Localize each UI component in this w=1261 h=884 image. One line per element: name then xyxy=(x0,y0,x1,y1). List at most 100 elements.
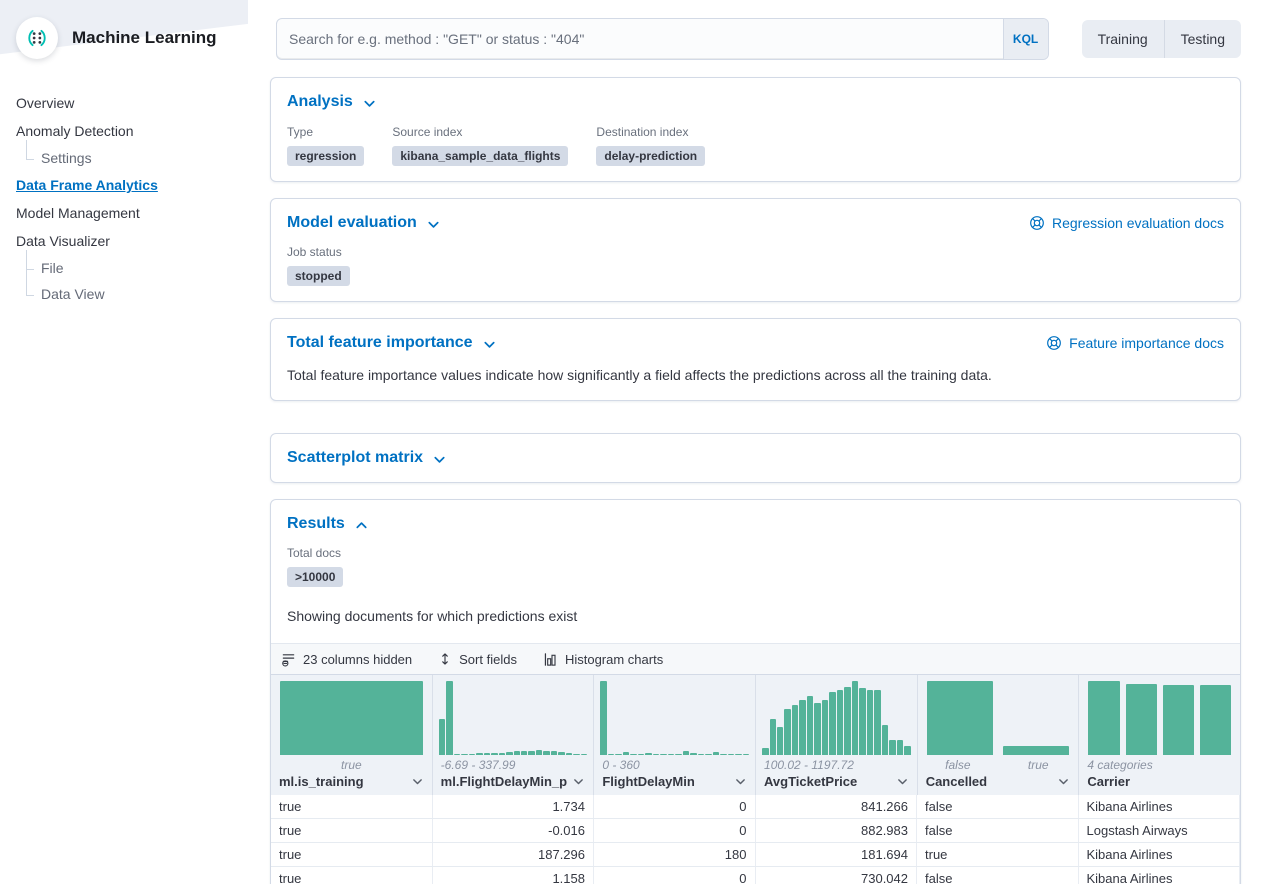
cell-avgticketprice[interactable]: 181.694 xyxy=(756,843,918,866)
search-row: KQL Training Testing xyxy=(276,18,1241,60)
sidebar-item-label: Data Frame Analytics xyxy=(16,178,158,192)
cell-ml-flightdelaymin-prediction[interactable]: 187.296 xyxy=(433,843,595,866)
sidebar-item-data-visualizer[interactable]: Data Visualizer xyxy=(0,227,248,255)
histogram-cancelled xyxy=(918,681,1079,755)
results-subtitle: Showing documents for which predictions … xyxy=(287,608,1224,624)
feature-importance-description: Total feature importance values indicate… xyxy=(287,365,1224,385)
histogram-icon xyxy=(543,652,558,667)
sidebar-nav: OverviewAnomaly DetectionSettings Data Fr… xyxy=(0,89,248,307)
testing-button[interactable]: Testing xyxy=(1164,20,1241,58)
cell-avgticketprice[interactable]: 841.266 xyxy=(756,795,918,818)
column-header-cancelled[interactable]: falsetrueCancelled xyxy=(918,675,1080,795)
table-row: true1.7340841.266falseKibana Airlines xyxy=(271,795,1240,819)
training-button[interactable]: Training xyxy=(1082,20,1164,58)
cell-ml-is-training[interactable]: true xyxy=(271,867,433,884)
cell-ml-is-training[interactable]: true xyxy=(271,843,433,866)
column-header-ml-is-training[interactable]: trueml.is_training xyxy=(271,675,433,795)
sidebar-item-label: Data Visualizer xyxy=(16,234,110,248)
column-menu-chevron-icon[interactable] xyxy=(734,775,747,788)
columns-hidden-button[interactable]: 23 columns hidden xyxy=(281,652,412,667)
cell-cancelled[interactable]: false xyxy=(917,795,1079,818)
field-total-docs: Total docs >10000 xyxy=(287,546,343,587)
field-label: Destination index xyxy=(596,125,705,139)
feature-importance-panel: Total feature importance Feature importa… xyxy=(270,318,1241,401)
feature-importance-docs-link[interactable]: Feature importance docs xyxy=(1046,335,1224,351)
cell-ml-flightdelaymin-prediction[interactable]: 1.734 xyxy=(433,795,595,818)
cell-ml-is-training[interactable]: true xyxy=(271,795,433,818)
cell-cancelled[interactable]: false xyxy=(917,819,1079,842)
sort-fields-button[interactable]: Sort fields xyxy=(438,652,517,667)
cell-flightdelaymin[interactable]: 180 xyxy=(594,843,756,866)
column-header-ml-flightdelaymin-prediction[interactable]: -6.69 - 337.99ml.FlightDelayMin_predicti… xyxy=(433,675,595,795)
tree-connector xyxy=(24,286,37,302)
sidebar-item-file[interactable]: File xyxy=(0,255,248,281)
sidebar: Machine Learning OverviewAnomaly Detecti… xyxy=(0,0,248,884)
cell-cancelled[interactable]: false xyxy=(917,867,1079,884)
tree-connector xyxy=(24,260,37,276)
feature-importance-title: Total feature importance xyxy=(287,334,473,352)
total-docs-badge: >10000 xyxy=(287,567,343,587)
sidebar-item-overview[interactable]: Overview xyxy=(0,89,248,117)
histogram-range-label: 4 categories xyxy=(1079,755,1240,773)
histogram-ml-flightdelaymin-prediction xyxy=(433,681,594,755)
regression-evaluation-docs-link[interactable]: Regression evaluation docs xyxy=(1029,215,1224,231)
analysis-panel: Analysis Type regression Source index ki… xyxy=(270,77,1241,182)
search-input[interactable] xyxy=(277,19,1003,59)
tree-connector xyxy=(24,150,37,166)
histogram-flightdelaymin xyxy=(594,681,755,755)
field-label: Type xyxy=(287,125,364,139)
sidebar-item-data-view[interactable]: Data View xyxy=(0,281,248,307)
column-menu-chevron-icon[interactable] xyxy=(1057,775,1070,788)
cell-carrier[interactable]: Kibana Airlines xyxy=(1079,795,1241,818)
cell-avgticketprice[interactable]: 730.042 xyxy=(756,867,918,884)
sidebar-item-data-frame-analytics[interactable]: Data Frame Analytics xyxy=(0,171,248,199)
page-title: Machine Learning xyxy=(72,28,217,48)
column-title: AvgTicketPrice xyxy=(764,774,857,789)
scatterplot-matrix-toggle[interactable]: Scatterplot matrix xyxy=(287,449,447,467)
column-menu-chevron-icon[interactable] xyxy=(896,775,909,788)
cell-ml-flightdelaymin-prediction[interactable]: 1.158 xyxy=(433,867,595,884)
columns-hidden-icon xyxy=(281,652,296,667)
model-evaluation-panel: Model evaluation Regression evaluation d… xyxy=(270,198,1241,302)
field-job-status: Job status stopped xyxy=(287,245,350,286)
field-label: Source index xyxy=(392,125,568,139)
results-toggle[interactable]: Results xyxy=(287,515,369,533)
machine-learning-logo-icon xyxy=(16,17,58,59)
model-evaluation-toggle[interactable]: Model evaluation xyxy=(287,214,441,232)
column-title: ml.FlightDelayMin_prediction xyxy=(441,774,569,789)
cell-carrier[interactable]: Kibana Airlines xyxy=(1079,843,1241,866)
total-docs-label: Total docs xyxy=(287,546,343,560)
job-status-badge: stopped xyxy=(287,266,350,286)
cell-ml-is-training[interactable]: true xyxy=(271,819,433,842)
sidebar-item-label: File xyxy=(41,261,64,275)
sidebar-item-label: Model Management xyxy=(16,206,140,220)
column-header-avgticketprice[interactable]: 100.02 - 1197.72AvgTicketPrice xyxy=(756,675,918,795)
source-index-badge: kibana_sample_data_flights xyxy=(392,146,568,166)
column-title: Carrier xyxy=(1087,774,1130,789)
column-menu-chevron-icon[interactable] xyxy=(411,775,424,788)
sidebar-item-model-management[interactable]: Model Management xyxy=(0,199,248,227)
chevron-down-icon xyxy=(362,96,377,111)
cell-flightdelaymin[interactable]: 0 xyxy=(594,795,756,818)
kql-toggle[interactable]: KQL xyxy=(1003,19,1048,59)
cell-carrier[interactable]: Logstash Airways xyxy=(1079,819,1241,842)
cell-ml-flightdelaymin-prediction[interactable]: -0.016 xyxy=(433,819,595,842)
column-menu-chevron-icon[interactable] xyxy=(572,775,585,788)
sidebar-item-anomaly-detection[interactable]: Anomaly Detection xyxy=(0,117,248,145)
results-panel: Results Total docs >10000 Showing docume… xyxy=(270,499,1241,884)
cell-flightdelaymin[interactable]: 0 xyxy=(594,819,756,842)
cell-carrier[interactable]: Kibana Airlines xyxy=(1079,867,1241,884)
histogram-range-label: 100.02 - 1197.72 xyxy=(756,755,917,773)
analysis-toggle[interactable]: Analysis xyxy=(287,93,377,111)
main-content: KQL Training Testing Analysis Type regre… xyxy=(248,0,1261,884)
feature-importance-toggle[interactable]: Total feature importance xyxy=(287,334,497,352)
cell-flightdelaymin[interactable]: 0 xyxy=(594,867,756,884)
sidebar-item-settings[interactable]: Settings xyxy=(0,145,248,171)
search-bar: KQL xyxy=(276,18,1049,60)
cell-avgticketprice[interactable]: 882.983 xyxy=(756,819,918,842)
cell-cancelled[interactable]: true xyxy=(917,843,1079,866)
grid-toolbar: 23 columns hidden Sort fields Histogram … xyxy=(271,643,1240,675)
column-header-carrier[interactable]: 4 categoriesCarrier xyxy=(1079,675,1240,795)
column-header-flightdelaymin[interactable]: 0 - 360FlightDelayMin xyxy=(594,675,756,795)
histogram-charts-button[interactable]: Histogram charts xyxy=(543,652,663,667)
